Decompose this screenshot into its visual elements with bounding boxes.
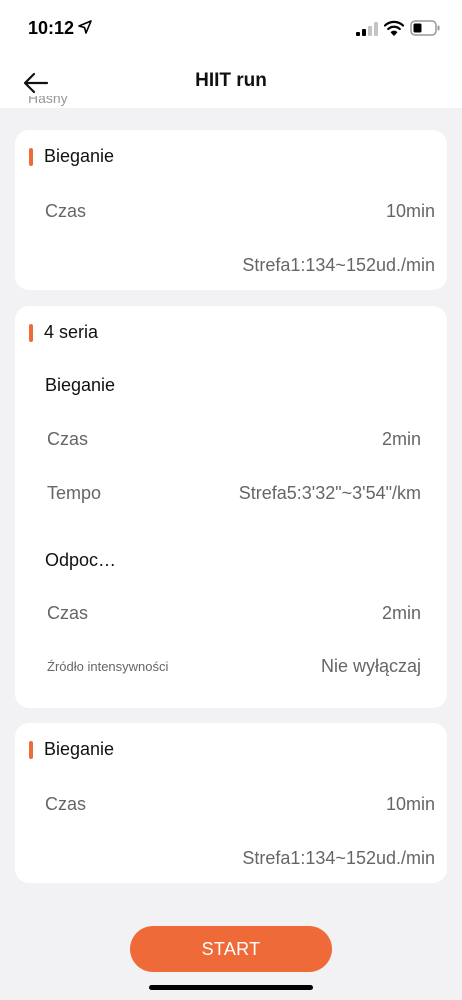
card-title: Bieganie (44, 146, 115, 166)
duration-label: Czas (45, 201, 87, 221)
rest-section-title: Odpoc… (45, 550, 117, 570)
card-title: Bieganie (44, 739, 115, 759)
heart-rate-zone: Strefa1:134~152ud./min (242, 848, 435, 868)
start-button[interactable]: START (130, 926, 332, 972)
run-section-title: Bieganie (45, 375, 116, 395)
status-bar: 10:12 (0, 0, 462, 58)
intensity-source-value: Nie wyłączaj (320, 656, 421, 676)
clipped-section-label: Hasny (28, 96, 68, 106)
pace-label: Tempo (47, 483, 102, 503)
wifi-icon (384, 20, 404, 36)
interval-set-card[interactable]: 4 seria Bieganie Czas 2min Tempo Strefa5… (15, 306, 447, 708)
cellular-signal-icon (356, 22, 378, 36)
status-time: 10:12 (28, 18, 75, 38)
duration-label: Czas (45, 794, 87, 814)
rest-duration-label: Czas (47, 603, 89, 623)
location-arrow-icon (78, 20, 92, 34)
duration-value: 10min (385, 201, 435, 221)
run-duration-value: 2min (381, 429, 421, 449)
duration-value: 10min (385, 794, 435, 814)
nav-bar: HIIT run (0, 58, 462, 108)
intensity-source-label: Źródło intensywności (47, 659, 169, 674)
workout-step-card[interactable]: Bieganie Czas 10min Strefa1:134~152ud./m… (15, 723, 447, 883)
card-header: 4 seria (15, 306, 447, 360)
battery-icon (410, 20, 440, 36)
accent-bar (29, 741, 33, 759)
heart-rate-zone: Strefa1:134~152ud./min (242, 255, 435, 275)
page-title: HIIT run (195, 70, 267, 91)
card-header: Bieganie (15, 130, 447, 184)
run-duration-label: Czas (47, 429, 89, 449)
card-title: 4 seria (44, 322, 99, 342)
accent-bar (29, 148, 33, 166)
workout-step-card[interactable]: Bieganie Czas 10min Strefa1:134~152ud./m… (15, 130, 447, 290)
card-header: Bieganie (15, 723, 447, 777)
accent-bar (29, 324, 33, 342)
pace-value: Strefa5:3'32"~3'54"/km (238, 483, 421, 503)
home-indicator (149, 985, 313, 990)
rest-duration-value: 2min (381, 603, 421, 623)
